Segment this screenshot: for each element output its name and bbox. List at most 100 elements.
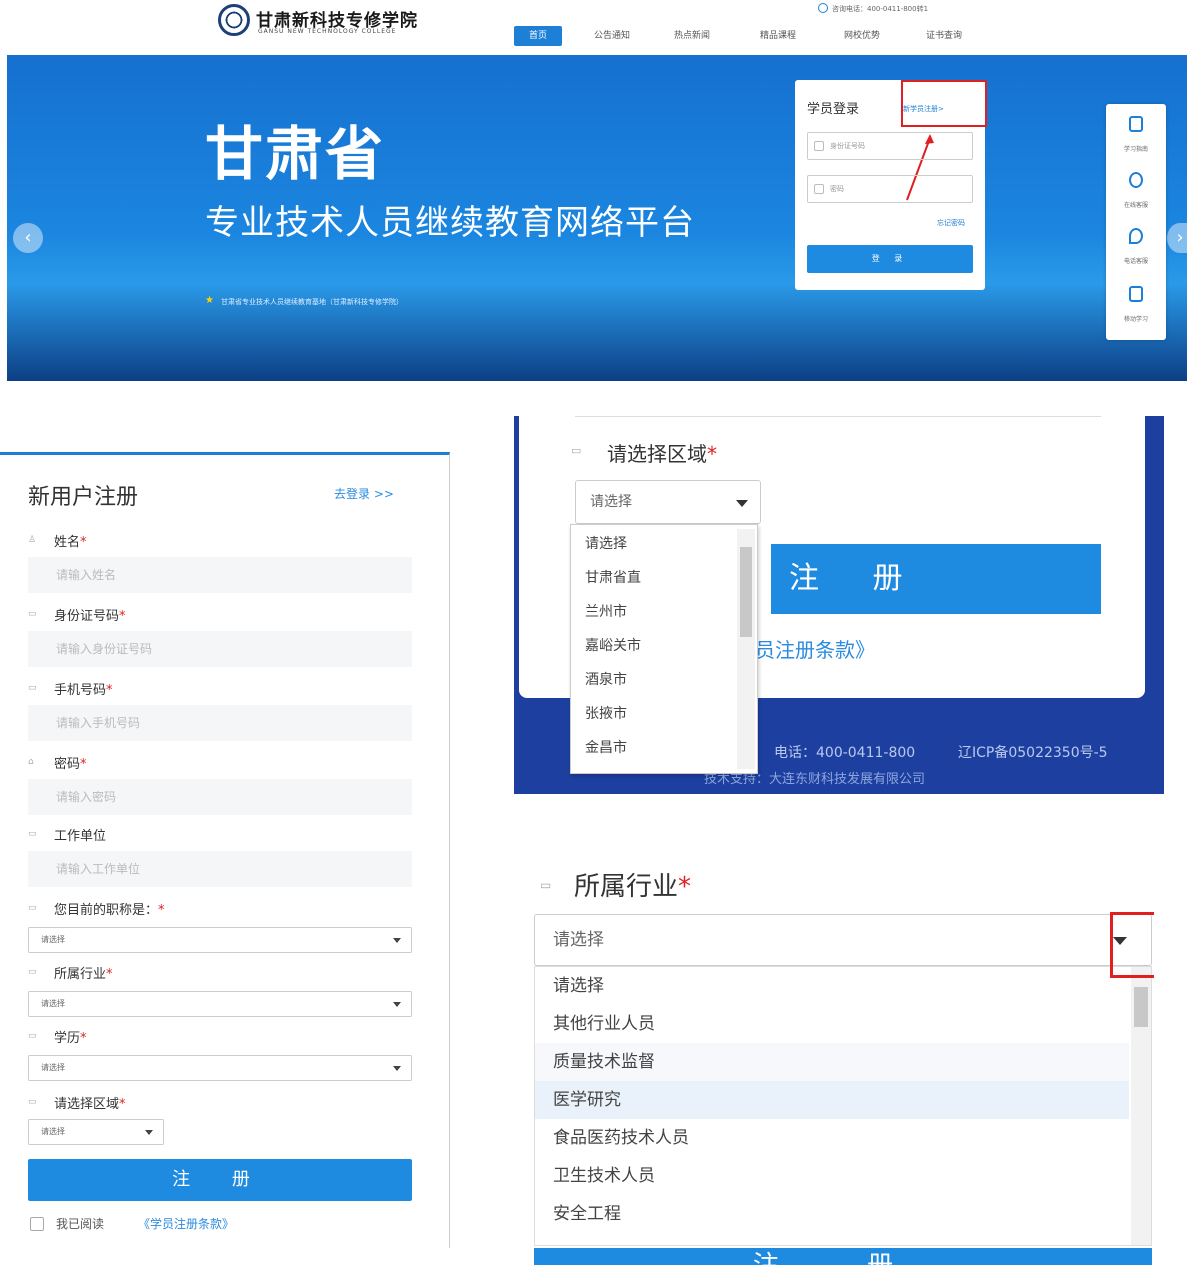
phone-icon — [818, 3, 828, 13]
phone-icon — [1129, 228, 1143, 244]
scrollbar[interactable] — [737, 529, 755, 769]
id-card-icon — [814, 141, 824, 151]
id-input[interactable]: 请输入身份证号码 — [28, 631, 412, 667]
region-option[interactable]: 张掖市 — [585, 703, 627, 723]
nav-home[interactable]: 首页 — [514, 26, 562, 46]
region-dropdown-list: 请选择 甘肃省直 兰州市 嘉峪关市 酒泉市 张掖市 金昌市 — [570, 524, 758, 774]
industry-icon: ▭ — [28, 967, 37, 977]
nav-courses[interactable]: 精品课程 — [750, 26, 806, 46]
footer-phone: 电话：400-0411-800 — [774, 745, 916, 761]
hero-banner: 甘肃省 专业技术人员继续教育网络平台 ★ 甘肃省专业技术人员继续教育基地（甘肃新… — [7, 55, 1187, 381]
annotation-highlight-box — [1110, 912, 1154, 978]
title-select[interactable]: 请选择 — [28, 927, 412, 953]
education-icon: ▭ — [28, 1031, 37, 1041]
industry-option[interactable]: 其他行业人员 — [535, 1005, 1129, 1043]
side-phone-service[interactable]: 电话客服 — [1106, 216, 1166, 272]
industry-icon: ▭ — [540, 878, 552, 892]
nav-announcements[interactable]: 公告通知 — [584, 26, 640, 46]
terms-link[interactable]: 员注册条款》 — [755, 634, 875, 663]
region-option[interactable]: 兰州市 — [585, 601, 627, 621]
industry-zoom-panel: ▭ 所属行业* 请选择 请选择 其他行业人员 质量技术监督 医学研究 食品医药技… — [532, 852, 1154, 1265]
register-button[interactable]: 注 册 — [771, 544, 1101, 614]
industry-select[interactable]: 请选择 — [28, 991, 412, 1017]
nav-certificate-query[interactable]: 证书查询 — [916, 26, 972, 46]
industry-option[interactable]: 食品医药技术人员 — [535, 1119, 1129, 1157]
industry-select[interactable]: 请选择 — [534, 914, 1152, 966]
region-label: 请选择区域* — [607, 442, 717, 466]
side-online-service[interactable]: 在线客服 — [1106, 160, 1166, 216]
region-icon: ▭ — [571, 444, 582, 457]
agree-checkbox[interactable] — [30, 1217, 44, 1231]
annotation-highlight-box — [901, 80, 987, 127]
side-toolbar: 学习指南 在线客服 电话客服 移动学习 — [1106, 104, 1166, 340]
terms-link[interactable]: 《学员注册条款》 — [138, 1215, 234, 1232]
industry-label: 所属行业* — [54, 967, 113, 982]
nav-hot-news[interactable]: 热点新闻 — [664, 26, 720, 46]
industry-option[interactable]: 医学研究 — [535, 1081, 1129, 1119]
region-option[interactable]: 甘肃省直 — [585, 567, 641, 587]
region-label: 请选择区域* — [54, 1097, 126, 1112]
carousel-prev-button[interactable]: ‹ — [13, 223, 43, 253]
password-input[interactable]: 请输入密码 — [28, 779, 412, 815]
industry-option[interactable]: 质量技术监督 — [535, 1043, 1129, 1081]
building-icon: ▭ — [28, 829, 37, 839]
scrollbar[interactable] — [1131, 967, 1151, 1245]
region-select[interactable]: 请选择 — [28, 1119, 164, 1145]
region-icon: ▭ — [28, 1097, 37, 1107]
badge-icon: ▭ — [28, 903, 37, 913]
login-button[interactable]: 登 录 — [807, 245, 973, 273]
login-password-input[interactable]: 密码 — [807, 175, 973, 203]
register-button[interactable]: 注 册 — [534, 1248, 1152, 1265]
caret-down-icon — [393, 1002, 401, 1007]
region-option[interactable]: 请选择 — [585, 533, 627, 553]
work-input[interactable]: 请输入工作单位 — [28, 851, 412, 887]
headset-icon — [1129, 172, 1143, 188]
lock-icon: ⌂ — [28, 757, 34, 767]
region-select[interactable]: 请选择 — [575, 480, 761, 524]
side-study-guide[interactable]: 学习指南 — [1106, 104, 1166, 160]
book-icon — [1129, 116, 1143, 132]
banner-subtitle: 专业技术人员继续教育网络平台 — [205, 203, 695, 243]
caret-down-icon — [393, 938, 401, 943]
region-zoom-panel: ▭ 请选择区域* 请选择 注 册 员注册条款》 电话：400-0411-800 … — [514, 416, 1164, 794]
logo-subtitle: GANSU NEW TECHNOLOGY COLLEGE — [258, 28, 397, 35]
caret-down-icon — [145, 1130, 153, 1135]
lock-icon — [814, 184, 824, 194]
carousel-next-button[interactable]: › — [1167, 223, 1187, 253]
industry-option[interactable]: 安全工程 — [535, 1195, 1129, 1233]
forgot-password-link[interactable]: 忘记密码 — [937, 218, 965, 228]
footer-icp[interactable]: 辽ICP备05022350号-5 — [958, 742, 1108, 762]
go-login-link[interactable]: 去登录 >> — [334, 485, 394, 502]
side-mobile-learning[interactable]: 移动学习 — [1106, 274, 1166, 330]
user-icon: ♙ — [28, 535, 37, 545]
region-option[interactable]: 金昌市 — [585, 737, 627, 757]
education-select[interactable]: 请选择 — [28, 1055, 412, 1081]
phone-input[interactable]: 请输入手机号码 — [28, 705, 412, 741]
education-label: 学历* — [54, 1031, 87, 1046]
region-option[interactable]: 酒泉市 — [585, 669, 627, 689]
work-label: 工作单位 — [54, 829, 107, 844]
site-header: 甘肃新科技专修学院 GANSU NEW TECHNOLOGY COLLEGE 首… — [0, 0, 1194, 55]
title-label: 您目前的职称是：* — [54, 903, 165, 918]
password-label: 密码* — [54, 757, 87, 772]
name-input[interactable]: 请输入姓名 — [28, 557, 412, 593]
scrollbar-thumb[interactable] — [740, 547, 752, 637]
banner-title: 甘肃省 — [205, 120, 386, 188]
banner-note: 甘肃省专业技术人员继续教育基地（甘肃新科技专修学院） — [221, 298, 403, 306]
register-submit-button[interactable]: 注 册 — [28, 1159, 412, 1201]
star-icon: ★ — [205, 295, 214, 306]
region-option[interactable]: 嘉峪关市 — [585, 635, 641, 655]
scrollbar-thumb[interactable] — [1134, 987, 1148, 1027]
side-label: 学习指南 — [1123, 146, 1148, 153]
side-label: 移动学习 — [1123, 316, 1148, 323]
name-label: 姓名* — [54, 535, 87, 550]
login-id-input[interactable]: 身份证号码 — [807, 132, 973, 160]
register-title: 新用户注册 — [28, 485, 139, 510]
nav-advantages[interactable]: 网校优势 — [834, 26, 890, 46]
phone-label: 手机号码* — [54, 683, 113, 698]
industry-option[interactable]: 请选择 — [535, 967, 1129, 1005]
industry-option[interactable]: 卫生技术人员 — [535, 1157, 1129, 1195]
college-emblem-icon — [218, 4, 250, 36]
login-id-placeholder: 身份证号码 — [830, 142, 865, 150]
login-card: 学员登录 新学员注册> 身份证号码 密码 忘记密码 登 录 — [795, 80, 987, 290]
